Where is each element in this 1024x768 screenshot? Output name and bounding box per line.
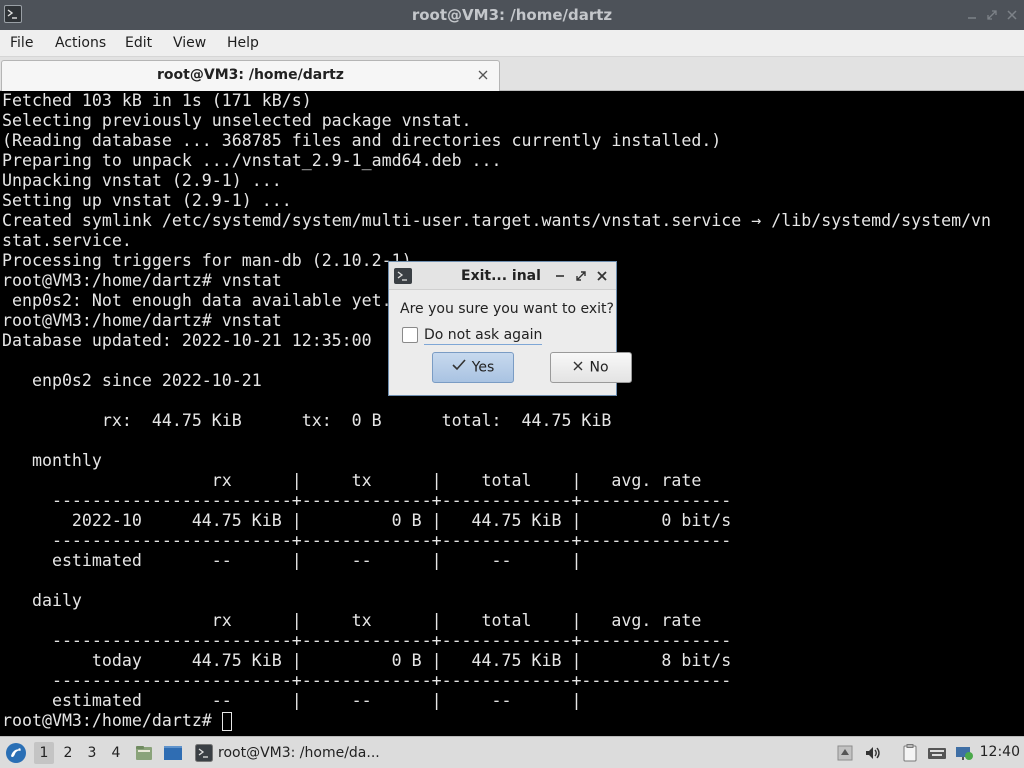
tab-title: root@VM3: /home/dartz bbox=[157, 67, 344, 83]
workspace-3[interactable]: 3 bbox=[82, 742, 102, 764]
workspace-2[interactable]: 2 bbox=[58, 742, 78, 764]
dialog-titlebar[interactable]: Exit... inal bbox=[389, 262, 616, 290]
menu-actions[interactable]: Actions bbox=[55, 30, 106, 56]
terminal-line: rx: 44.75 KiB tx: 0 B total: 44.75 KiB bbox=[2, 411, 612, 430]
terminal-line: enp0s2: Not enough data available yet. bbox=[2, 291, 392, 310]
terminal-line: rx | tx | total | avg. rate bbox=[2, 611, 702, 630]
terminal-line: Unpacking vnstat (2.9-1) ... bbox=[2, 171, 282, 190]
clock: 12:40 bbox=[979, 744, 1020, 760]
dialog-message: Are you sure you want to exit? bbox=[400, 301, 614, 317]
close-icon bbox=[573, 353, 583, 382]
terminal-line: estimated -- | -- | -- | bbox=[2, 551, 582, 570]
terminal-app-icon bbox=[195, 744, 213, 762]
terminal-line: Fetched 103 kB in 1s (171 kB/s) bbox=[2, 91, 312, 110]
terminal-line: root@VM3:/home/dartz# vnstat bbox=[2, 271, 282, 290]
terminal-line: root@VM3:/home/dartz# bbox=[2, 711, 222, 730]
maximize-icon[interactable] bbox=[985, 8, 999, 22]
terminal-line: Created symlink /etc/systemd/system/mult… bbox=[2, 211, 992, 230]
dialog-maximize-icon[interactable] bbox=[574, 269, 588, 283]
terminal-line: rx | tx | total | avg. rate bbox=[2, 471, 702, 490]
taskbar-terminal-label: root@VM3: /home/da... bbox=[218, 745, 380, 761]
keyboard-icon[interactable] bbox=[927, 743, 947, 763]
dialog-minimize-icon[interactable] bbox=[553, 269, 567, 283]
terminal-line: ------------------------+-------------+-… bbox=[2, 631, 732, 650]
terminal-line: daily bbox=[2, 591, 82, 610]
terminal-line: Preparing to unpack .../vnstat_2.9-1_amd… bbox=[2, 151, 502, 170]
no-button[interactable]: No bbox=[550, 352, 632, 383]
terminal-line: Database updated: 2022-10-21 12:35:00 bbox=[2, 331, 372, 350]
system-tray-icon[interactable] bbox=[835, 743, 855, 763]
terminal-line: ------------------------+-------------+-… bbox=[2, 671, 732, 690]
do-not-ask-label[interactable]: Do not ask again bbox=[424, 326, 543, 345]
terminal-line: ------------------------+-------------+-… bbox=[2, 531, 732, 550]
check-icon bbox=[452, 353, 466, 382]
menu-bar: File Actions Edit View Help bbox=[0, 30, 1024, 57]
taskbar: 1 2 3 4 root@VM3: /home/da... 12:40 bbox=[0, 736, 1024, 768]
tab-terminal[interactable]: root@VM3: /home/dartz bbox=[1, 60, 500, 91]
window-title: root@VM3: /home/dartz bbox=[411, 6, 613, 24]
show-desktop-icon[interactable] bbox=[163, 743, 183, 763]
terminal-cursor bbox=[222, 712, 232, 731]
terminal-line: today 44.75 KiB | 0 B | 44.75 KiB | 8 bi… bbox=[2, 651, 732, 670]
terminal-line: root@VM3:/home/dartz# vnstat bbox=[2, 311, 282, 330]
do-not-ask-checkbox[interactable] bbox=[402, 327, 418, 343]
workspace-1[interactable]: 1 bbox=[34, 742, 54, 764]
workspace-4[interactable]: 4 bbox=[106, 742, 126, 764]
terminal-line: (Reading database ... 368785 files and d… bbox=[2, 131, 722, 150]
tab-close-icon[interactable] bbox=[476, 68, 490, 82]
menu-view[interactable]: View bbox=[173, 30, 206, 56]
start-menu-icon[interactable] bbox=[5, 742, 27, 764]
terminal-line: Processing triggers for man-db (2.10.2-1… bbox=[2, 251, 452, 270]
clipboard-icon[interactable] bbox=[900, 743, 920, 763]
terminal-output[interactable]: Fetched 103 kB in 1s (171 kB/s) Selecting… bbox=[0, 91, 1024, 736]
menu-edit[interactable]: Edit bbox=[125, 30, 152, 56]
minimize-icon[interactable] bbox=[965, 8, 979, 22]
terminal-line: stat.service. bbox=[2, 231, 132, 250]
tab-bar: root@VM3: /home/dartz bbox=[0, 57, 1024, 91]
yes-button[interactable]: Yes bbox=[432, 352, 514, 383]
terminal-line: ------------------------+-------------+-… bbox=[2, 491, 732, 510]
menu-file[interactable]: File bbox=[10, 30, 33, 56]
terminal-line: Setting up vnstat (2.9-1) ... bbox=[2, 191, 292, 210]
no-button-label: No bbox=[589, 359, 609, 376]
close-icon[interactable] bbox=[1005, 8, 1019, 22]
taskbar-terminal-button[interactable]: root@VM3: /home/da... bbox=[192, 740, 392, 766]
network-icon[interactable] bbox=[954, 743, 974, 763]
yes-button-label: Yes bbox=[471, 359, 495, 376]
terminal-app-icon bbox=[394, 268, 412, 284]
dialog-close-icon[interactable] bbox=[595, 269, 609, 283]
volume-icon[interactable] bbox=[863, 743, 883, 763]
file-manager-icon[interactable] bbox=[134, 743, 154, 763]
window-titlebar[interactable]: root@VM3: /home/dartz bbox=[0, 0, 1024, 30]
exit-dialog: Exit... inal Are you sure you want to ex… bbox=[388, 261, 632, 396]
terminal-line: 2022-10 44.75 KiB | 0 B | 44.75 KiB | 0 … bbox=[2, 511, 732, 530]
terminal-line: monthly bbox=[2, 451, 102, 470]
terminal-line: enp0s2 since 2022-10-21 bbox=[2, 371, 262, 390]
terminal-line: Selecting previously unselected package … bbox=[2, 111, 472, 130]
terminal-line: estimated -- | -- | -- | bbox=[2, 691, 582, 710]
menu-help[interactable]: Help bbox=[227, 30, 259, 56]
dialog-title: Exit... inal bbox=[461, 268, 541, 284]
